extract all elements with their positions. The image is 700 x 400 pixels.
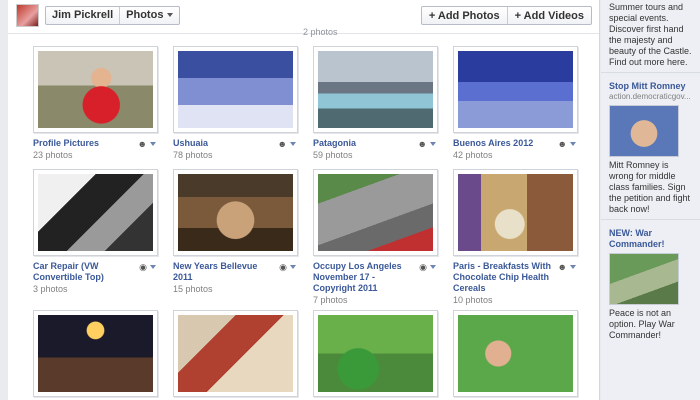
privacy-selector[interactable]: ☻ [558,262,576,272]
avatar[interactable] [16,4,39,27]
ad-castle[interactable]: Summer tours and special events. Discove… [601,0,700,73]
album-count: 78 photos [173,150,213,160]
album-card[interactable]: Patagonia 59 photos ☻ [313,46,438,161]
chevron-down-icon [430,142,436,146]
album-cover[interactable] [453,46,578,133]
album-cover[interactable] [33,310,158,397]
chevron-down-icon [570,142,576,146]
chevron-down-icon [150,142,156,146]
chevron-down-icon [290,142,296,146]
ad-title[interactable]: Stop Mitt Romney [609,81,692,92]
album-count: 7 photos [313,295,348,305]
privacy-selector[interactable]: ◉ [279,262,296,272]
album-card[interactable]: Buenos Aires 2012 42 photos ☻ [453,46,578,161]
main-content: Jim Pickrell Photos + Add Photos + Add V… [8,0,600,400]
privacy-selector[interactable]: ☻ [558,139,576,149]
album-cover-image [38,174,153,251]
album-cover-image [318,51,433,128]
album-cover[interactable] [313,46,438,133]
friends-icon: ☻ [277,139,287,149]
album-cover[interactable] [453,310,578,397]
album-cover-image [458,174,573,251]
ad-image[interactable] [609,253,679,305]
globe-icon: ◉ [279,262,287,272]
album-card[interactable] [173,310,298,397]
ad-image[interactable] [609,105,679,157]
ad-war-commander[interactable]: NEW: War Commander! Peace is not an opti… [601,220,700,341]
chevron-down-icon [430,265,436,269]
add-media-buttons: + Add Photos + Add Videos [420,6,592,25]
add-photos-button[interactable]: + Add Photos [422,7,507,24]
album-card[interactable]: Occupy Los Angeles November 17 - Copyrig… [313,169,438,306]
ad-domain: action.democraticgov... [609,92,691,101]
album-cover[interactable] [173,169,298,256]
album-cover-image [178,51,293,128]
add-videos-button[interactable]: + Add Videos [506,7,591,24]
album-cover-image [178,174,293,251]
globe-icon: ◉ [419,262,427,272]
album-cover-image [178,315,293,392]
album-cover-image [318,174,433,251]
ads-sidebar: Summer tours and special events. Discove… [601,0,700,400]
globe-icon: ◉ [139,262,147,272]
breadcrumb: Jim Pickrell Photos [16,4,181,27]
chevron-down-icon [167,13,174,18]
album-cover-image [318,315,433,392]
privacy-selector[interactable]: ☻ [138,139,156,149]
album-count: 15 photos [173,284,213,294]
breadcrumb-group: Jim Pickrell Photos [45,6,181,25]
album-cover-image [38,315,153,392]
album-card[interactable] [453,310,578,397]
album-cover[interactable] [453,169,578,256]
album-card[interactable] [313,310,438,397]
album-card[interactable]: Ushuaia 78 photos ☻ [173,46,298,161]
friends-icon: ☻ [557,262,567,272]
privacy-selector[interactable]: ☻ [418,139,436,149]
ad-title[interactable]: NEW: War Commander! [609,228,692,250]
album-count: 10 photos [453,295,493,305]
photos-dropdown-label: Photos [126,9,164,21]
privacy-selector[interactable]: ◉ [419,262,436,272]
album-cover-image [458,315,573,392]
ad-text: Summer tours and special events. Discove… [609,2,692,67]
album-card[interactable]: New Years Bellevue 2011 15 photos ◉ [173,169,298,295]
chevron-down-icon [150,265,156,269]
ad-text: Peace is not an option. Play War Command… [609,308,675,340]
album-cover[interactable] [173,310,298,397]
album-cover[interactable] [173,46,298,133]
privacy-selector[interactable]: ◉ [139,262,156,272]
album-card[interactable]: Profile Pictures 23 photos ☻ [33,46,158,161]
user-name-link[interactable]: Jim Pickrell [46,7,119,24]
friends-icon: ☻ [137,139,147,149]
album-card[interactable]: Paris - Breakfasts With Chocolate Chip H… [453,169,578,306]
album-cover-image [38,51,153,128]
photos-dropdown[interactable]: Photos [119,7,179,24]
album-count: 23 photos [33,150,73,160]
album-cover[interactable] [33,169,158,256]
album-cover-image [458,51,573,128]
friends-icon: ☻ [417,139,427,149]
chevron-down-icon [290,265,296,269]
album-card[interactable]: Car Repair (VW Convertible Top) 3 photos… [33,169,158,295]
album-count: 42 photos [453,150,493,160]
album-count: 59 photos [313,150,353,160]
album-card[interactable] [33,310,158,397]
album-cover[interactable] [313,169,438,256]
partial-album-caption: 2 photos [303,27,338,37]
album-count: 3 photos [33,284,68,294]
album-cover[interactable] [313,310,438,397]
privacy-selector[interactable]: ☻ [278,139,296,149]
friends-icon: ☻ [557,139,567,149]
album-cover[interactable] [33,46,158,133]
chevron-down-icon [570,265,576,269]
ad-stop-romney[interactable]: Stop Mitt Romney action.democraticgov...… [601,73,700,220]
ad-text: Mitt Romney is wrong for middle class fa… [609,160,691,214]
